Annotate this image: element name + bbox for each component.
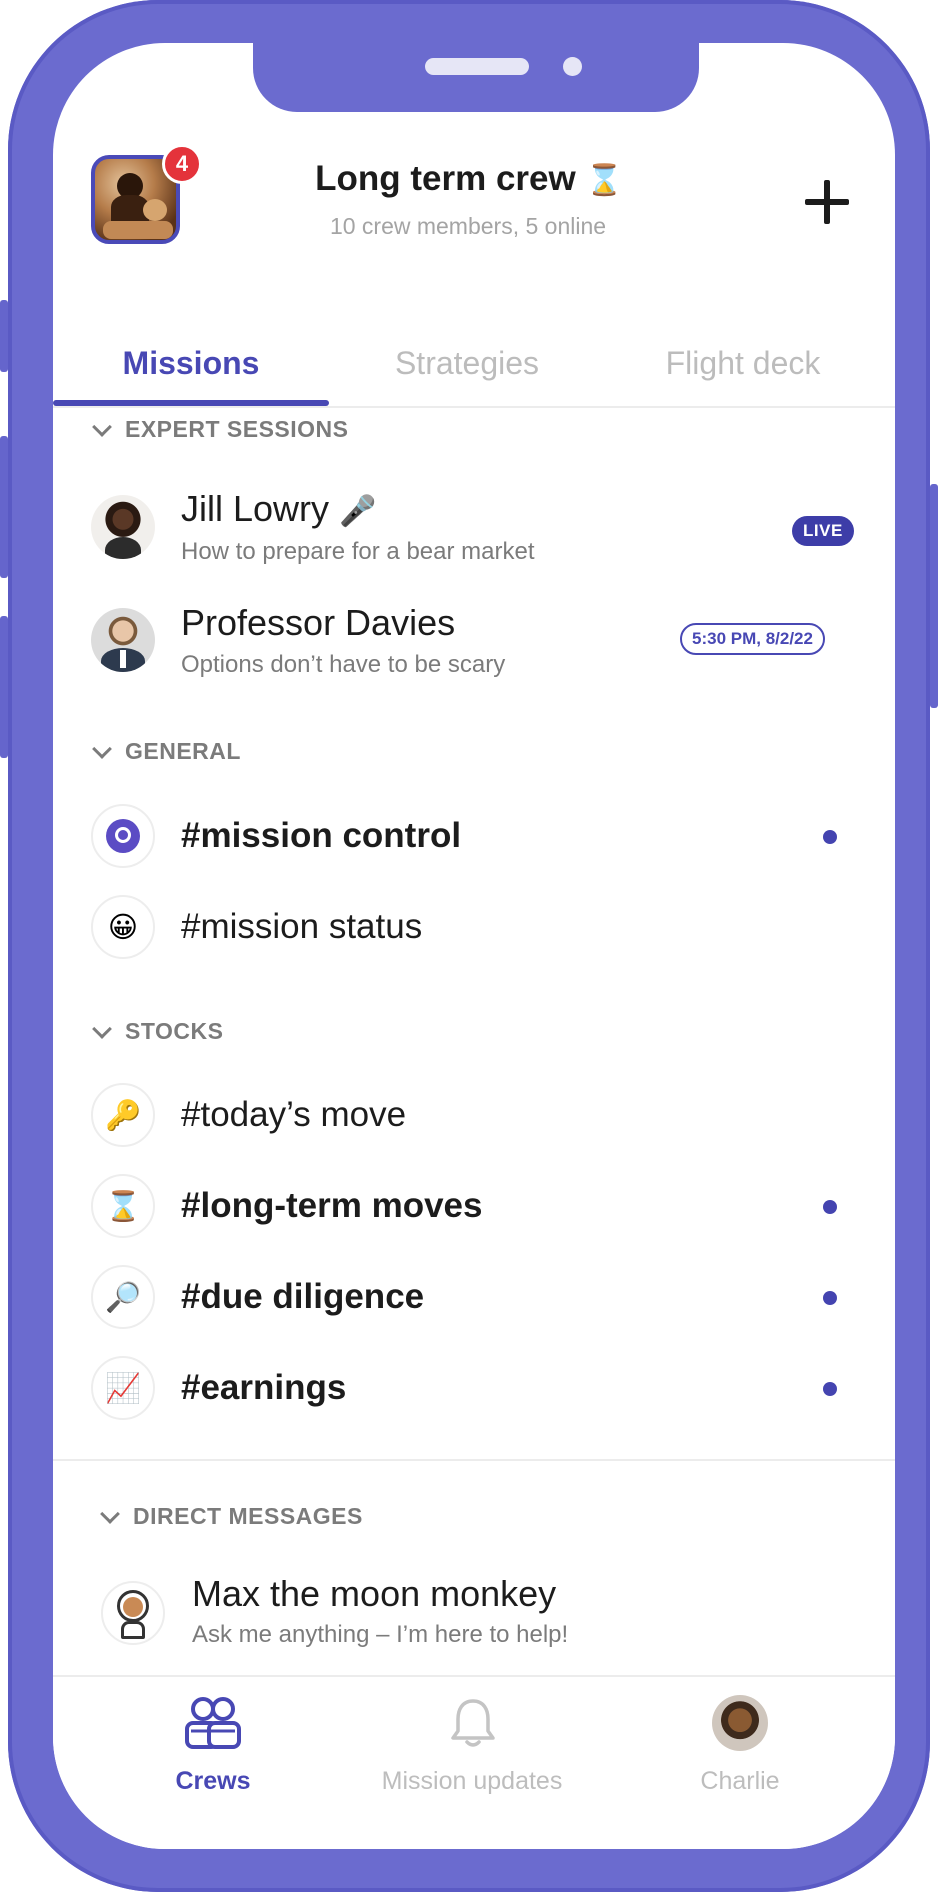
- unread-indicator: [823, 1291, 837, 1305]
- nav-mission-updates[interactable]: Mission updates: [362, 1677, 582, 1797]
- channel-name: #due diligence: [181, 1277, 425, 1316]
- section-divider: [53, 1459, 895, 1461]
- notch: [253, 43, 699, 112]
- magnifying-glass-icon: 🔎: [91, 1265, 155, 1329]
- section-header-general[interactable]: GENERAL: [91, 738, 241, 765]
- chevron-down-icon: [92, 1018, 112, 1039]
- unread-indicator: [823, 1200, 837, 1214]
- crew-subtitle: 10 crew members, 5 online: [329, 213, 607, 239]
- section-header-direct-messages[interactable]: DIRECT MESSAGES: [99, 1503, 363, 1530]
- dm-preview: Ask me anything – I’m here to help!: [192, 1621, 569, 1648]
- front-camera: [563, 57, 582, 76]
- chevron-down-icon: [100, 1503, 120, 1524]
- session-host-name: Professor Davies: [181, 602, 456, 643]
- volume-down-button: [0, 616, 8, 758]
- tab-bar: Missions Strategies Flight deck: [53, 333, 895, 408]
- unread-indicator: [823, 1382, 837, 1396]
- session-host-name: Jill Lowry 🎤: [181, 488, 376, 530]
- section-title: EXPERT SESSIONS: [125, 416, 349, 442]
- power-button: [930, 484, 938, 708]
- crew-name: Long term crew: [315, 159, 576, 198]
- app-screen: 4 Long term crew ⌛ 10 crew members, 5 on…: [53, 43, 895, 1849]
- microphone-icon: 🎤: [339, 494, 377, 529]
- avatar: [91, 608, 155, 672]
- host-name-text: Jill Lowry: [181, 488, 330, 529]
- monkey-astronaut-avatar: [101, 1581, 165, 1645]
- nav-profile[interactable]: Charlie: [630, 1677, 850, 1797]
- dm-row-max[interactable]: Max the moon monkey Ask me anything – I’…: [53, 1573, 895, 1673]
- unread-indicator: [823, 830, 837, 844]
- expert-session-professor-davies[interactable]: Professor Davies Options don’t have to b…: [53, 602, 895, 702]
- active-tab-indicator: [53, 400, 329, 406]
- mute-switch: [0, 300, 8, 372]
- expert-session-jill-lowry[interactable]: Jill Lowry 🎤 How to prepare for a bear m…: [53, 488, 895, 588]
- tab-flight-deck[interactable]: Flight deck: [605, 345, 881, 382]
- chevron-down-icon: [92, 416, 112, 437]
- channel-row[interactable]: 😀 #mission status: [53, 895, 895, 965]
- channel-name: #today’s move: [181, 1095, 407, 1134]
- channel-name: #mission control: [181, 816, 462, 855]
- avatar: [91, 495, 155, 559]
- grinning-face-icon: 😀: [91, 895, 155, 959]
- tab-strategies[interactable]: Strategies: [329, 345, 605, 382]
- key-icon: 🔑: [91, 1083, 155, 1147]
- channel-name: #mission status: [181, 907, 423, 946]
- channel-row[interactable]: #mission control: [53, 804, 895, 874]
- chat-bubble-icon: [91, 804, 155, 868]
- session-topic: How to prepare for a bear market: [181, 538, 535, 565]
- channel-row[interactable]: 🔑 #today’s move: [53, 1083, 895, 1153]
- channel-row[interactable]: ⌛ #long-term moves: [53, 1174, 895, 1244]
- section-title: STOCKS: [125, 1018, 224, 1044]
- channel-row[interactable]: 📈 #earnings: [53, 1356, 895, 1426]
- section-title: GENERAL: [125, 738, 241, 764]
- live-badge: LIVE: [792, 516, 854, 546]
- notification-badge: 4: [162, 144, 202, 184]
- profile-avatar: [712, 1695, 768, 1751]
- channel-name: #long-term moves: [181, 1186, 483, 1225]
- nav-crews[interactable]: Crews: [103, 1677, 323, 1797]
- bottom-nav: Crews Mission updates Charlie: [53, 1675, 895, 1849]
- phone-frame: 4 Long term crew ⌛ 10 crew members, 5 on…: [0, 0, 938, 1892]
- scheduled-time-badge: 5:30 PM, 8/2/22: [680, 623, 825, 655]
- session-topic: Options don’t have to be scary: [181, 651, 506, 678]
- bell-icon: [451, 1699, 495, 1747]
- nav-label: Mission updates: [381, 1767, 563, 1795]
- chevron-down-icon: [92, 738, 112, 759]
- nav-label: Charlie: [700, 1767, 780, 1795]
- speaker: [425, 58, 529, 75]
- hourglass-icon: ⌛: [585, 163, 623, 198]
- volume-up-button: [0, 436, 8, 578]
- crew-title[interactable]: Long term crew ⌛: [275, 159, 663, 199]
- channel-name: #earnings: [181, 1368, 347, 1407]
- tab-missions[interactable]: Missions: [53, 345, 329, 382]
- add-button[interactable]: [805, 180, 849, 224]
- chart-increasing-icon: 📈: [91, 1356, 155, 1420]
- dm-contact-name: Max the moon monkey: [192, 1573, 557, 1614]
- channel-row[interactable]: 🔎 #due diligence: [53, 1265, 895, 1335]
- section-header-expert-sessions[interactable]: EXPERT SESSIONS: [91, 416, 349, 443]
- section-title: DIRECT MESSAGES: [133, 1503, 363, 1529]
- section-header-stocks[interactable]: STOCKS: [91, 1018, 223, 1045]
- crews-icon: [185, 1697, 241, 1749]
- hourglass-icon: ⌛: [91, 1174, 155, 1238]
- nav-label: Crews: [175, 1767, 251, 1795]
